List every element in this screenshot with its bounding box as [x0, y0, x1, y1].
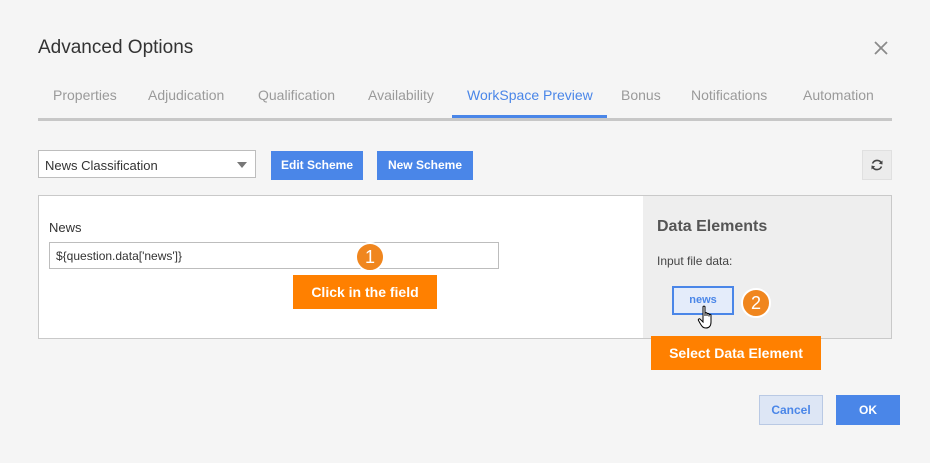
- tab-adjudication[interactable]: Adjudication: [148, 87, 224, 103]
- step-2-callout: Select Data Element: [651, 336, 821, 370]
- edit-scheme-button[interactable]: Edit Scheme: [271, 151, 363, 180]
- chevron-down-icon: [237, 162, 247, 168]
- tab-automation[interactable]: Automation: [803, 87, 874, 103]
- step-1-callout: Click in the field: [293, 275, 437, 309]
- step-2-badge: 2: [741, 288, 771, 318]
- cancel-button[interactable]: Cancel: [759, 395, 823, 425]
- news-field-input[interactable]: ${question.data['news']}: [49, 242, 499, 269]
- data-elements-panel: Data Elements Input file data: news: [643, 196, 891, 338]
- ok-button[interactable]: OK: [836, 395, 900, 425]
- workspace-preview-panel: News ${question.data['news']} Data Eleme…: [38, 195, 892, 339]
- refresh-button[interactable]: [862, 150, 892, 180]
- close-icon[interactable]: [870, 37, 892, 59]
- tab-bonus[interactable]: Bonus: [621, 87, 661, 103]
- tab-properties[interactable]: Properties: [53, 87, 117, 103]
- scheme-select-value: News Classification: [45, 158, 158, 173]
- step-1-badge: 1: [355, 242, 385, 272]
- tab-availability[interactable]: Availability: [368, 87, 434, 103]
- news-field-label: News: [49, 220, 82, 235]
- new-scheme-button[interactable]: New Scheme: [377, 151, 473, 180]
- tab-workspace-preview[interactable]: WorkSpace Preview: [467, 87, 593, 103]
- input-file-data-label: Input file data:: [657, 254, 733, 268]
- active-tab-indicator: [452, 115, 607, 118]
- hand-cursor-icon: [697, 305, 719, 331]
- tab-notifications[interactable]: Notifications: [691, 87, 767, 103]
- refresh-icon: [871, 159, 883, 171]
- tab-qualification[interactable]: Qualification: [258, 87, 335, 103]
- data-elements-title: Data Elements: [657, 218, 768, 235]
- tab-bar: Properties Adjudication Qualification Av…: [38, 78, 892, 121]
- dialog-title: Advanced Options: [38, 37, 194, 58]
- scheme-select[interactable]: News Classification: [38, 150, 256, 178]
